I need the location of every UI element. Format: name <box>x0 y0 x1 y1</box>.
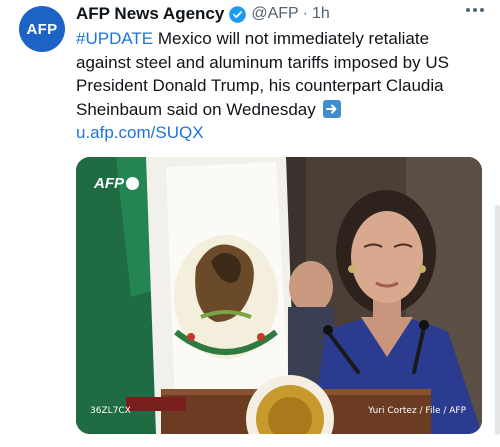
tweet[interactable]: AFP AFP News Agency @AFP · 1h #UPDATE Me… <box>0 0 500 447</box>
verified-badge-icon <box>228 5 247 24</box>
tweet-link[interactable]: u.afp.com/SUQX <box>76 123 204 142</box>
timestamp[interactable]: 1h <box>312 5 330 23</box>
right-arrow-emoji-icon <box>323 99 342 118</box>
tweet-text: #UPDATE Mexico will not immediately reta… <box>76 27 486 145</box>
separator-dot: · <box>302 5 309 22</box>
avatar-text: AFP <box>26 20 58 38</box>
handle[interactable]: @AFP <box>251 5 298 23</box>
photo-credit: Yuri Cortez / File / AFP <box>368 406 466 416</box>
display-name[interactable]: AFP News Agency <box>76 4 224 24</box>
more-options-icon[interactable] <box>466 8 484 12</box>
tweet-header: AFP News Agency @AFP · 1h <box>76 2 330 26</box>
afp-photo-logo: AFP <box>94 175 139 192</box>
hashtag-link[interactable]: #UPDATE <box>76 29 153 48</box>
photo-scene <box>76 157 482 434</box>
photo-id: 36ZL7CX <box>90 406 131 416</box>
afp-photo-logo-text: AFP <box>94 175 124 192</box>
tweet-photo[interactable]: AFP 36ZL7CX Yuri Cortez / File / AFP <box>76 157 482 434</box>
scrollbar[interactable] <box>495 205 500 435</box>
afp-logo-dot-icon <box>126 177 139 190</box>
avatar[interactable]: AFP <box>19 6 65 52</box>
